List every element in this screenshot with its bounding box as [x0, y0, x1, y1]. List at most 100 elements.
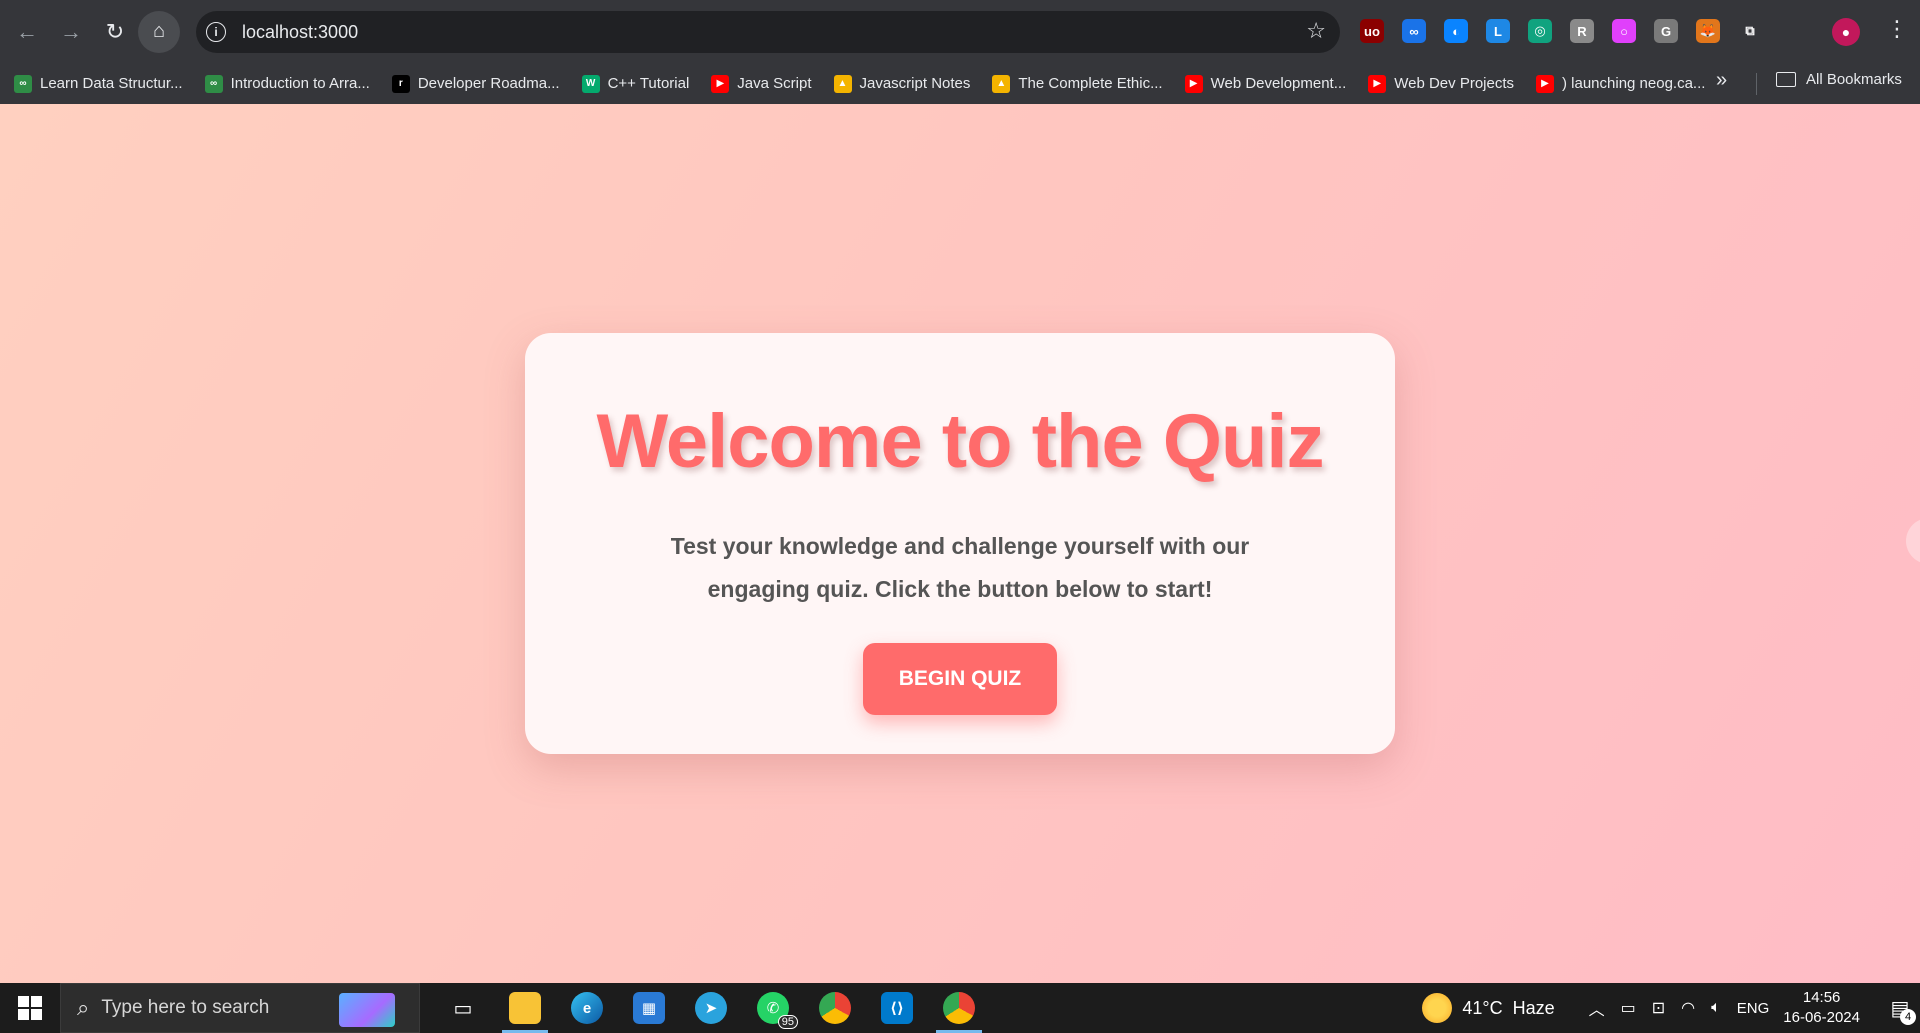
bookmark-item[interactable]: ▲ Javascript Notes [833, 74, 970, 93]
task-view-button[interactable]: ▭ [432, 983, 494, 1033]
whatsapp-button[interactable]: ✆ 95 [742, 983, 804, 1033]
edge-icon: e [571, 992, 603, 1024]
bookmark-item[interactable]: W C++ Tutorial [581, 74, 690, 93]
profile-avatar[interactable]: ● [1832, 18, 1860, 46]
search-icon: ⌕ [77, 995, 90, 1020]
bookmarks-list: ∞ Learn Data Structur... ∞ Introduction to … [14, 74, 1727, 93]
ublock-icon[interactable]: uo [1360, 19, 1384, 43]
quiz-title: Welcome to the Quiz [596, 399, 1324, 484]
telegram-button[interactable]: ➤ [680, 983, 742, 1033]
youtube-icon: ▶ [711, 74, 730, 93]
whatsapp-badge: 95 [777, 1015, 798, 1029]
menu-kebab-icon[interactable]: ⋮ [1886, 18, 1908, 40]
arrow-right-icon: → [60, 18, 82, 44]
file-explorer-button[interactable] [494, 983, 556, 1033]
chrome-icon [819, 992, 851, 1024]
clock[interactable]: 14:56 16-06-2024 [1783, 988, 1860, 1028]
all-bookmarks-button[interactable]: All Bookmarks [1776, 71, 1902, 88]
google-drive-icon: ▲ [992, 74, 1011, 93]
chrome-profile-button[interactable] [928, 983, 990, 1033]
windows-logo-icon [18, 996, 42, 1020]
weather-widget[interactable]: 41°C Haze [1422, 993, 1555, 1023]
metamask-icon[interactable]: 🦊 [1696, 19, 1720, 43]
bookmark-label: C++ Tutorial [607, 75, 690, 92]
vscode-icon: ⟨⟩ [881, 992, 913, 1024]
volume-icon[interactable]: 🔈︎ [1711, 999, 1721, 1017]
taskbar-search[interactable]: ⌕ Type here to search [60, 983, 420, 1033]
bookmark-item[interactable]: ▶ ) launching neog.ca... [1536, 74, 1706, 93]
store-button[interactable]: ▦ [618, 983, 680, 1033]
folder-icon [1776, 72, 1796, 87]
bookmark-item[interactable]: r Developer Roadma... [391, 74, 560, 93]
notification-center-button[interactable]: ▤ 4 [1880, 983, 1920, 1033]
browser-toolbar: ← → ↻ ⌂ i localhost:3000 ☆ uo ∞ ◐ L ◎ R ○ G 🦊 ⧉ ●… [0, 0, 1920, 63]
bookmark-label: ) launching neog.ca... [1562, 75, 1706, 92]
bookmark-label: Learn Data Structur... [40, 75, 183, 92]
bookmark-star-icon[interactable]: ☆ [1306, 20, 1326, 42]
bookmarks-bar: ∞ Learn Data Structur... ∞ Introduction to … [0, 63, 1920, 104]
language-indicator[interactable]: ENG [1737, 1000, 1770, 1017]
leetcode-icon[interactable]: L [1486, 19, 1510, 43]
bookmark-label: Web Development... [1210, 75, 1347, 92]
bookmark-item[interactable]: ▶ Web Dev Projects [1368, 74, 1514, 93]
home-icon: ⌂ [152, 20, 166, 42]
bookmark-label: Introduction to Arra... [230, 75, 370, 92]
site-info-icon[interactable]: i [206, 22, 226, 42]
vscode-button[interactable]: ⟨⟩ [866, 983, 928, 1033]
taskbar-apps: ▭ e ▦ ➤ ✆ 95 ⟨⟩ [432, 983, 990, 1033]
reload-button[interactable]: ↻ [94, 11, 136, 53]
roadmap-icon: r [391, 74, 410, 93]
youtube-icon: ▶ [1536, 74, 1554, 93]
page-viewport: Welcome to the Quiz Test your knowledge … [0, 104, 1920, 983]
bookmark-label: The Complete Ethic... [1018, 75, 1163, 92]
color-ring-icon[interactable]: ○ [1612, 19, 1636, 43]
quiz-description: Test your knowledge and challenge yourse… [670, 533, 1250, 602]
youtube-icon: ▶ [1368, 74, 1387, 93]
grammarly-icon[interactable]: G [1654, 19, 1678, 43]
chatgpt-icon[interactable]: ◎ [1528, 19, 1552, 43]
bookmark-label: Web Dev Projects [1394, 75, 1514, 92]
weather-text: 41°C Haze [1462, 997, 1555, 1018]
side-panel-handle[interactable] [1906, 518, 1920, 564]
home-button[interactable]: ⌂ [138, 10, 180, 53]
search-highlight-image [339, 993, 395, 1027]
bookmark-label: Developer Roadma... [417, 75, 560, 92]
more-bookmarks-chevron-icon[interactable]: » [1716, 69, 1727, 92]
bookmarks-divider [1756, 73, 1757, 95]
folder-icon [509, 992, 541, 1024]
begin-quiz-button[interactable]: BEGIN QUIZ [862, 643, 1058, 715]
reload-icon: ↻ [105, 18, 125, 44]
chrome-profile-icon [943, 992, 975, 1024]
all-bookmarks-label: All Bookmarks [1806, 71, 1902, 88]
forward-button[interactable]: → [50, 11, 92, 53]
chrome-button[interactable] [804, 983, 866, 1033]
device-icon[interactable]: ⊡ [1652, 998, 1665, 1018]
url-text[interactable]: localhost:3000 [242, 22, 358, 43]
extensions-puzzle-icon[interactable]: ⧉ [1738, 19, 1762, 43]
wifi-icon[interactable]: ◠ [1681, 998, 1695, 1018]
youtube-icon: ▶ [1184, 74, 1203, 93]
search-placeholder: Type here to search [101, 997, 270, 1018]
bookmark-item[interactable]: ∞ Introduction to Arra... [204, 74, 370, 93]
extensions-row: uo ∞ ◐ L ◎ R ○ G 🦊 ⧉ [1360, 16, 1762, 46]
gfg-icon: ∞ [14, 74, 32, 93]
windows-taskbar: ⌕ Type here to search ▭ e ▦ ➤ ✆ 95 ⟨⟩ 41… [0, 983, 1920, 1033]
edge-ext-icon[interactable]: ◐ [1444, 19, 1468, 43]
notification-count: 4 [1900, 1009, 1916, 1025]
battery-icon[interactable]: ▭ [1621, 998, 1636, 1018]
bookmark-item[interactable]: ∞ Learn Data Structur... [14, 74, 183, 93]
chevron-up-icon[interactable]: ︿ [1589, 996, 1605, 1020]
bookmark-item[interactable]: ▶ Java Script [711, 74, 812, 93]
start-button[interactable] [0, 983, 60, 1033]
address-bar[interactable]: i localhost:3000 ☆ [196, 11, 1340, 53]
infinity-icon[interactable]: ∞ [1402, 19, 1426, 43]
bookmark-item[interactable]: ▲ The Complete Ethic... [992, 74, 1163, 93]
bookmark-item[interactable]: ▶ Web Development... [1184, 74, 1347, 93]
gfg-icon: ∞ [204, 74, 223, 93]
system-tray: 41°C Haze ︿ ▭ ⊡ ◠ 🔈︎ ENG 14:56 16-06-202… [1422, 983, 1920, 1033]
back-button[interactable]: ← [6, 11, 48, 53]
clock-date: 16-06-2024 [1783, 1009, 1860, 1026]
r-ext-icon[interactable]: R [1570, 19, 1594, 43]
task-view-icon: ▭ [453, 997, 473, 1020]
edge-button[interactable]: e [556, 983, 618, 1033]
